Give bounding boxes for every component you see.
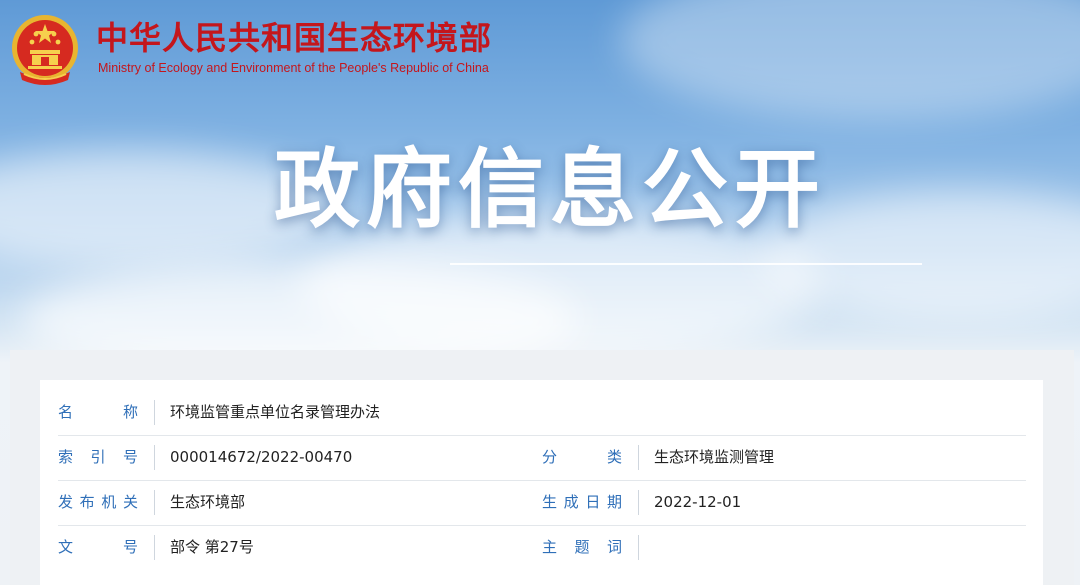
name-value: 环境监管重点单位名录管理办法 xyxy=(170,403,381,421)
divider xyxy=(154,490,155,515)
divider xyxy=(154,535,155,560)
date-cell: 生成日期 2022-12-01 xyxy=(542,480,1026,525)
category-label: 分类 xyxy=(542,448,622,466)
info-row-index: 索引号 000014672/2022-00470 分类 生态环境监测管理 xyxy=(58,435,1026,481)
issuer-cell: 发布机关 生态环境部 xyxy=(58,480,522,525)
info-row-name: 名称 环境监管重点单位名录管理办法 xyxy=(58,390,1026,436)
date-value: 2022-12-01 xyxy=(654,493,742,511)
category-cell: 分类 生态环境监测管理 xyxy=(542,435,1026,480)
divider xyxy=(638,490,639,515)
info-row-issuer: 发布机关 生态环境部 生成日期 2022-12-01 xyxy=(58,480,1026,526)
divider xyxy=(638,535,639,560)
keywords-cell: 主题词 xyxy=(542,525,1026,570)
issuer-label: 发布机关 xyxy=(58,493,138,511)
docno-cell: 文号 部令 第27号 xyxy=(58,525,522,570)
index-value: 000014672/2022-00470 xyxy=(170,448,353,466)
keywords-label: 主题词 xyxy=(542,538,622,556)
divider xyxy=(638,445,639,470)
info-card: 名称 环境监管重点单位名录管理办法 索引号 000014672/2022-004… xyxy=(40,380,1043,585)
docno-label: 文号 xyxy=(58,538,138,556)
national-emblem-icon[interactable] xyxy=(10,12,80,90)
issuer-value: 生态环境部 xyxy=(170,493,246,511)
banner-divider xyxy=(450,263,922,265)
category-value: 生态环境监测管理 xyxy=(654,448,775,466)
index-label: 索引号 xyxy=(58,448,138,466)
ministry-name-cn[interactable]: 中华人民共和国生态环境部 xyxy=(96,18,492,58)
divider xyxy=(154,445,155,470)
ministry-name-en[interactable]: Ministry of Ecology and Environment of t… xyxy=(98,60,489,76)
name-label: 名称 xyxy=(58,403,138,421)
name-cell: 名称 环境监管重点单位名录管理办法 xyxy=(58,390,522,435)
date-label: 生成日期 xyxy=(542,493,622,511)
info-row-docno: 文号 部令 第27号 主题词 xyxy=(58,525,1026,570)
docno-value: 部令 第27号 xyxy=(170,538,254,556)
divider xyxy=(154,400,155,425)
site-header: 中华人民共和国生态环境部 Ministry of Ecology and Env… xyxy=(0,0,1080,100)
banner-title: 政府信息公开 xyxy=(274,140,826,240)
index-cell: 索引号 000014672/2022-00470 xyxy=(58,435,522,480)
